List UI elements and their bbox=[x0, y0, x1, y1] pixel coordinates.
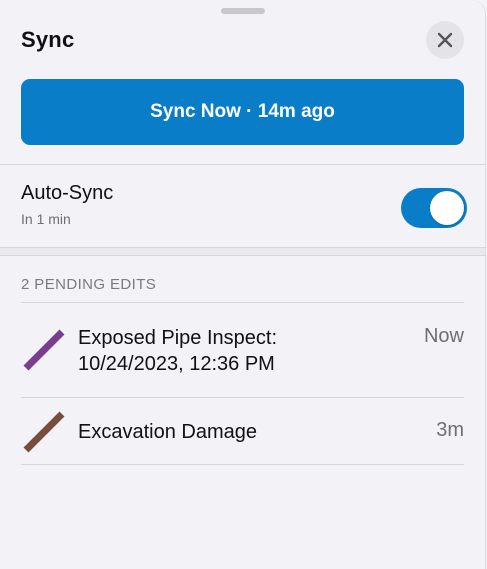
pending-edit-name: Exposed Pipe Inspect: 10/24/2023, 12:36 … bbox=[78, 325, 277, 377]
pending-edit-row[interactable]: Excavation Damage 3m bbox=[0, 398, 485, 464]
close-button[interactable] bbox=[426, 21, 464, 59]
pending-edit-name: Excavation Damage bbox=[78, 421, 257, 443]
divider bbox=[0, 164, 485, 165]
pending-edit-time: 3m bbox=[436, 419, 464, 441]
pending-edit-name-line2: 10/24/2023, 12:36 PM bbox=[78, 353, 275, 375]
sync-now-label: Sync Now · 14m ago bbox=[150, 101, 335, 122]
auto-sync-toggle[interactable] bbox=[401, 188, 467, 228]
close-icon bbox=[437, 32, 453, 48]
pending-edit-row[interactable]: Exposed Pipe Inspect: 10/24/2023, 12:36 … bbox=[0, 303, 485, 397]
sheet-title: Sync bbox=[21, 27, 75, 52]
auto-sync-label: Auto-Sync bbox=[21, 182, 114, 204]
line-feature-icon bbox=[23, 329, 65, 371]
toggle-knob bbox=[430, 191, 464, 225]
sync-now-button[interactable]: Sync Now · 14m ago bbox=[21, 79, 464, 145]
line-feature-icon bbox=[23, 411, 65, 453]
pending-edits-header: 2 PENDING EDITS bbox=[21, 276, 157, 293]
divider bbox=[0, 255, 485, 256]
sync-sheet: Sync Sync Now · 14m ago Auto-Sync In 1 m… bbox=[0, 0, 486, 569]
sheet-grabber[interactable] bbox=[221, 8, 265, 14]
pending-edit-name-line1: Exposed Pipe Inspect: bbox=[78, 327, 278, 349]
pending-edit-time: Now bbox=[423, 325, 464, 347]
auto-sync-subtitle: In 1 min bbox=[21, 211, 71, 227]
section-gap bbox=[0, 248, 485, 255]
divider bbox=[21, 464, 464, 465]
